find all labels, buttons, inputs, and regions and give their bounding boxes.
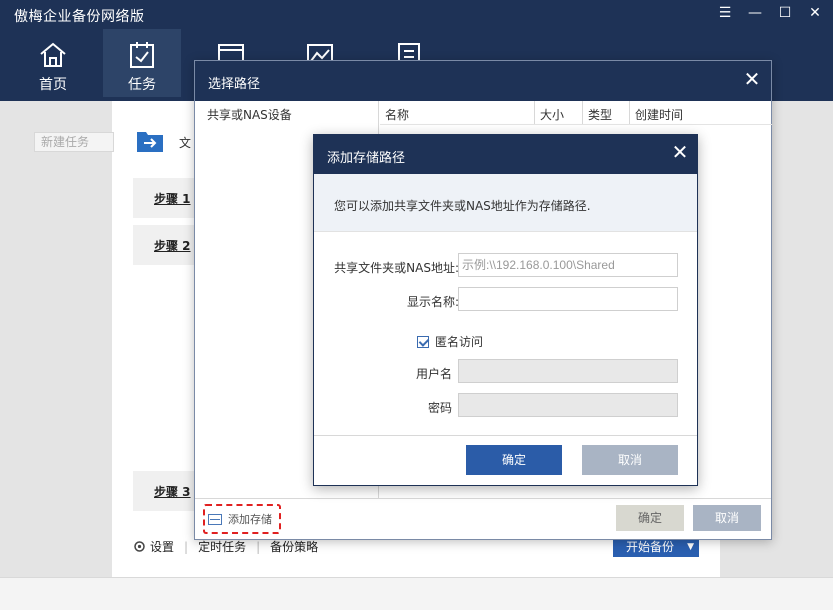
start-backup-label: 开始备份	[626, 540, 675, 554]
add-storage-dialog-title: 添加存储路径	[327, 151, 406, 166]
close-icon[interactable]: ✕	[741, 67, 763, 91]
username-label: 用户名	[415, 367, 452, 381]
add-storage-dialog: 添加存储路径 ✕ 您可以添加共享文件夹或NAS地址作为存储路径. 共享文件夹或N…	[313, 134, 698, 486]
username-input[interactable]	[458, 359, 678, 383]
cancel-button[interactable]: 取消	[693, 505, 761, 531]
add-storage-dialog-footer: 确定 取消	[314, 435, 697, 485]
divider: |	[184, 539, 189, 554]
column-created-time[interactable]: 创建时间	[630, 101, 772, 124]
nav-label-tasks: 任务	[128, 77, 156, 93]
close-icon[interactable]: ✕	[669, 140, 691, 164]
info-text: 您可以添加共享文件夹或NAS地址作为存储路径.	[314, 174, 697, 231]
divider: |	[256, 539, 261, 554]
file-table-header: 名称 大小 类型 创建时间	[380, 101, 772, 125]
step-2[interactable]: 步骤 2	[133, 225, 197, 265]
password-input[interactable]	[458, 393, 678, 417]
add-storage-label: 添加存储	[228, 513, 272, 526]
gear-icon	[134, 541, 145, 552]
close-icon[interactable]: ✕	[807, 5, 823, 21]
home-icon	[40, 42, 66, 67]
scheduled-task-link[interactable]: 定时任务	[198, 538, 246, 555]
window-controls: ☰ — ☐ ✕	[717, 5, 823, 21]
settings-link[interactable]: 设置	[150, 538, 174, 555]
select-path-dialog-footer: 添加存储 确定 取消	[195, 498, 771, 539]
share-path-input[interactable]: 示例:\\192.168.0.100\Shared	[458, 253, 678, 277]
column-size[interactable]: 大小	[535, 101, 583, 124]
display-name-input[interactable]	[458, 287, 678, 311]
share-path-label: 共享文件夹或NAS地址:	[334, 261, 459, 275]
select-path-dialog-title: 选择路径	[208, 77, 261, 92]
anonymous-access-row[interactable]: 匿名访问	[417, 333, 483, 350]
step-1[interactable]: 步骤 1	[133, 178, 197, 218]
confirm-button[interactable]: 确定	[616, 505, 684, 531]
minimize-icon[interactable]: —	[747, 5, 763, 21]
task-options: 设置 | 定时任务 | 备份策略	[133, 538, 318, 555]
dropdown-arrow-icon[interactable]: ▼	[687, 537, 694, 557]
display-name-label: 显示名称:	[406, 295, 459, 309]
menu-icon[interactable]: ☰	[717, 5, 733, 21]
select-path-dialog-header: 选择路径 ✕	[195, 61, 771, 101]
step-3[interactable]: 步骤 3	[133, 471, 197, 511]
column-type[interactable]: 类型	[583, 101, 630, 124]
new-task-input[interactable]: 新建任务	[34, 132, 114, 152]
app-title: 傲梅企业备份网络版	[14, 9, 145, 25]
nav-item-tasks[interactable]: 任务	[103, 29, 181, 97]
add-storage-button[interactable]: 添加存储	[203, 504, 281, 534]
task-check-icon	[130, 42, 154, 68]
add-storage-dialog-header: 添加存储路径 ✕	[314, 135, 697, 174]
nav-label-home: 首页	[39, 77, 67, 93]
status-bar	[0, 577, 833, 610]
password-label: 密码	[427, 401, 452, 415]
folder-arrow-icon	[137, 132, 163, 152]
start-backup-button[interactable]: 开始备份 ▼	[613, 537, 699, 557]
cancel-button[interactable]: 取消	[582, 445, 678, 475]
column-name[interactable]: 名称	[380, 101, 535, 124]
anonymous-label: 匿名访问	[435, 335, 484, 349]
confirm-button[interactable]: 确定	[466, 445, 562, 475]
storage-icon	[208, 513, 222, 525]
nav-item-home[interactable]: 首页	[14, 29, 92, 97]
add-storage-form: 共享文件夹或NAS地址: 示例:\\192.168.0.100\Shared 显…	[314, 231, 697, 437]
device-list-header[interactable]: 共享或NAS设备	[195, 101, 378, 125]
anonymous-checkbox[interactable]	[417, 335, 429, 348]
backup-strategy-link[interactable]: 备份策略	[270, 538, 318, 555]
maximize-icon[interactable]: ☐	[777, 5, 793, 21]
file-backup-label: 文	[179, 136, 192, 150]
